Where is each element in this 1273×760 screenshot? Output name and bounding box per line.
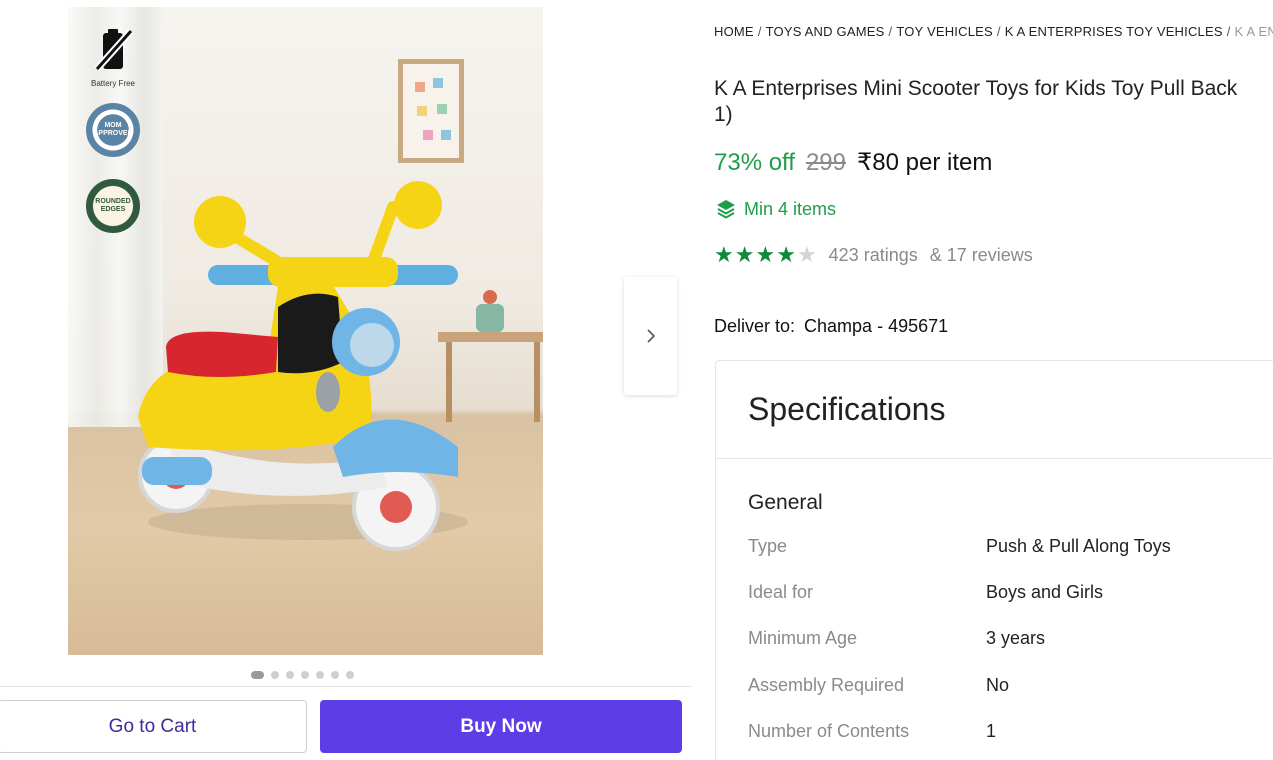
- price-row: 73% off 299 ₹80 per item: [714, 148, 992, 177]
- battery-free-badge: Battery Free: [82, 25, 144, 88]
- reviews-count: & 17 reviews: [929, 244, 1033, 265]
- specifications-heading: Specifications: [716, 361, 1273, 459]
- spec-section-general: General: [748, 491, 823, 514]
- min-items-label: Min 4 items: [744, 198, 837, 219]
- carousel-dot[interactable]: [331, 671, 339, 679]
- action-bar: Go to Cart Buy Now: [0, 686, 692, 760]
- rating-row[interactable]: ★ ★ ★ ★ ★ 423 ratings & 17 reviews: [714, 244, 1033, 266]
- spec-value: Boys and Girls: [986, 582, 1104, 602]
- battery-free-label: Battery Free: [90, 79, 135, 88]
- carousel-dot[interactable]: [301, 671, 309, 679]
- layers-icon: [717, 200, 735, 219]
- next-image-button[interactable]: [624, 277, 677, 395]
- rounded-edges-badge: ROUNDED EDGES: [82, 179, 144, 233]
- star-icon: ★: [796, 242, 817, 267]
- product-title-line-1: K A Enterprises Mini Scooter Toys for Ki…: [714, 77, 1238, 100]
- spec-value: 3 years: [986, 628, 1046, 648]
- min-items-info: Min 4 items: [715, 198, 836, 220]
- spec-key: Number of Contents: [748, 721, 910, 741]
- ratings-count: 423 ratings: [828, 244, 918, 265]
- carousel-dot[interactable]: [346, 671, 354, 679]
- mom-approved-badge: MOM APPROVED: [82, 103, 144, 157]
- rounded-edges-label: ROUNDED EDGES: [95, 198, 131, 213]
- deliver-to-pincode: Champa - 495671: [804, 316, 949, 336]
- chevron-right-icon: [646, 329, 655, 343]
- mom-approved-label: MOM APPROVED: [93, 122, 133, 137]
- product-image[interactable]: Battery Free MOM APPROVED ROUNDED EDGES: [68, 7, 543, 655]
- carousel-dot[interactable]: [271, 671, 279, 679]
- breadcrumb-home[interactable]: HOME: [714, 24, 754, 39]
- scooter-toy-illustration: [138, 181, 468, 551]
- spec-value: No: [986, 675, 1010, 695]
- delivery-location[interactable]: Deliver to: Champa - 495671: [714, 316, 948, 337]
- breadcrumb-toy-vehicles[interactable]: TOY VEHICLES: [896, 24, 993, 39]
- star-icon: ★: [734, 242, 755, 267]
- wall-frame: [398, 59, 464, 163]
- discount-percent: 73% off: [714, 149, 795, 176]
- breadcrumb-brand-toy-vehicles[interactable]: K A ENTERPRISES TOY VEHICLES: [1005, 24, 1223, 39]
- go-to-cart-button[interactable]: Go to Cart: [0, 700, 307, 753]
- spec-key: Type: [748, 536, 788, 556]
- breadcrumb-current: K A EN: [1234, 24, 1273, 39]
- spec-value: 1: [986, 721, 997, 741]
- carousel-dot[interactable]: [251, 671, 264, 679]
- spec-value: Push & Pull Along Toys: [986, 536, 1171, 556]
- specifications-card: Specifications General Type Push & Pull A…: [715, 360, 1273, 760]
- star-icon: ★: [755, 242, 776, 267]
- carousel-dot[interactable]: [286, 671, 294, 679]
- breadcrumb: HOME / TOYS AND GAMES / TOY VEHICLES / K A ENT…: [714, 24, 1273, 39]
- image-carousel-dots[interactable]: [251, 670, 354, 680]
- spec-key: Minimum Age: [748, 628, 858, 648]
- product-title: K A Enterprises Mini Scooter Toys for Ki…: [714, 76, 1273, 128]
- battery-free-icon: [94, 28, 134, 72]
- breadcrumb-toys-and-games[interactable]: TOYS AND GAMES: [766, 24, 885, 39]
- product-title-line-2: 1): [714, 103, 733, 126]
- deliver-to-label: Deliver to:: [714, 316, 796, 336]
- spec-key: Ideal for: [748, 582, 814, 602]
- original-price: 299: [805, 149, 846, 176]
- star-icon: ★: [776, 242, 796, 267]
- carousel-dot[interactable]: [316, 671, 324, 679]
- star-rating: ★ ★ ★ ★ ★: [714, 244, 817, 266]
- buy-now-button[interactable]: Buy Now: [320, 700, 682, 753]
- star-icon: ★: [714, 242, 734, 267]
- current-price: ₹80 per item: [857, 149, 993, 176]
- spec-key: Assembly Required: [748, 675, 905, 695]
- side-table-leg: [534, 342, 540, 422]
